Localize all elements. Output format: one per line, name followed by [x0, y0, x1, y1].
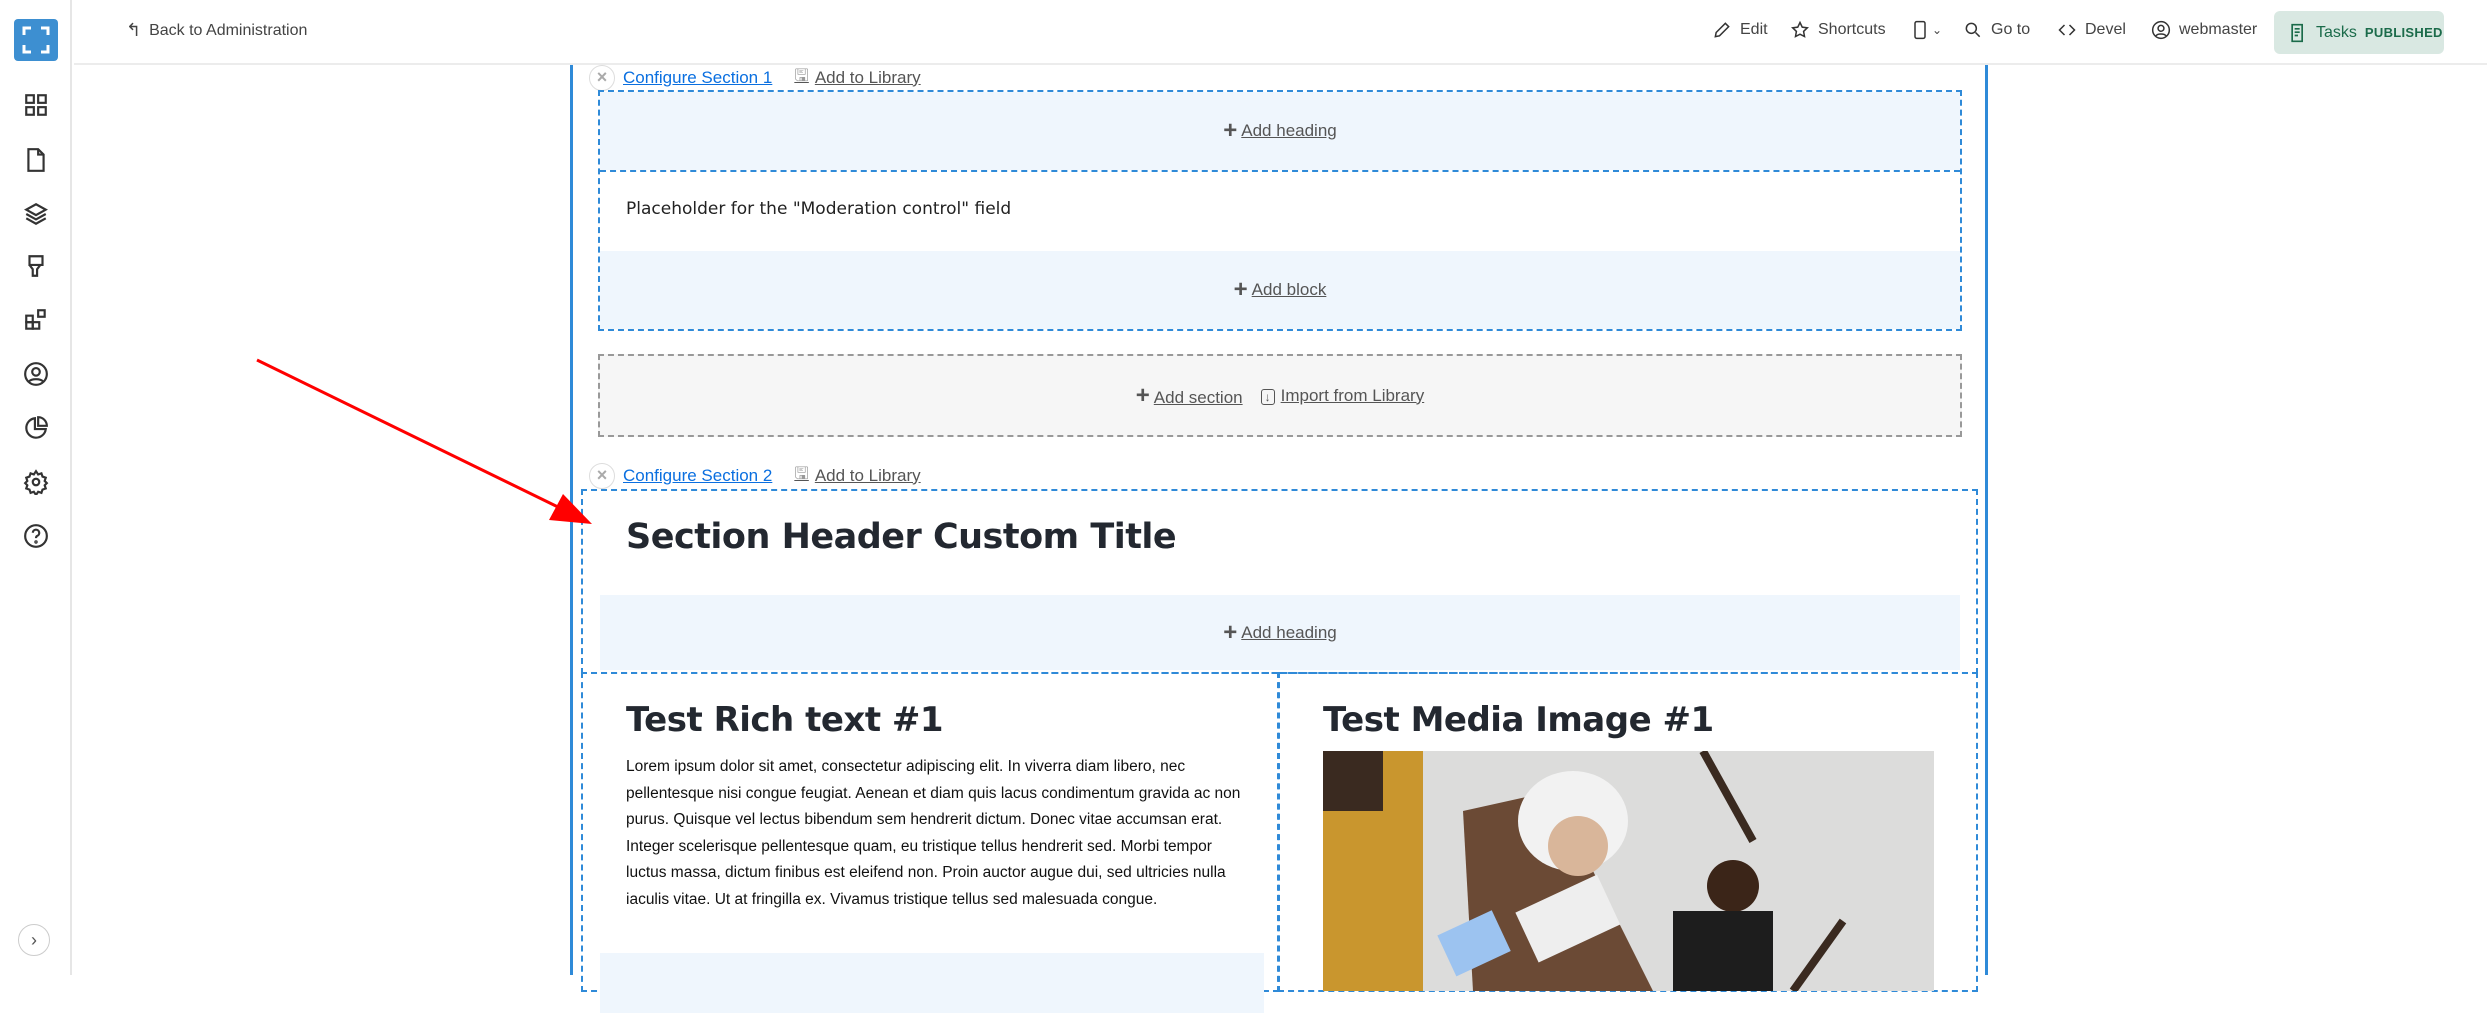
plus-icon: +	[1223, 117, 1238, 144]
go-to-button[interactable]: Go to	[1963, 20, 2030, 40]
add-heading-link[interactable]: + Add heading	[600, 595, 1960, 670]
code-icon	[2058, 24, 2076, 36]
edit-button[interactable]: Edit	[1712, 20, 1768, 40]
add-section-area: + Add section ↓ Import from Library	[598, 354, 1962, 437]
remove-section-1-button[interactable]: ×	[589, 64, 615, 91]
add-heading-link[interactable]: + Add heading	[600, 92, 1960, 170]
remove-section-2-button[interactable]: ×	[589, 462, 615, 489]
plus-icon: +	[1135, 381, 1150, 409]
people-icon[interactable]	[22, 360, 50, 388]
star-icon	[1791, 20, 1809, 38]
dashboard-icon[interactable]	[22, 91, 50, 119]
extend-blocks-icon[interactable]	[22, 306, 50, 334]
shortcuts-button[interactable]: Shortcuts	[1790, 20, 1886, 40]
reports-pie-icon[interactable]	[22, 414, 50, 442]
section-2-header-region: Section Header Custom Title + Add heading	[581, 489, 1978, 674]
layers-icon[interactable]	[22, 200, 50, 228]
layout-frame-right	[1985, 65, 1988, 975]
back-to-administration-link[interactable]: ↰ Back to Administration	[126, 20, 307, 41]
save-icon: 🖫	[794, 464, 809, 483]
back-arrow-icon: ↰	[126, 20, 142, 40]
left-column-region: Test Rich text #1 Lorem ipsum dolor sit …	[581, 672, 1279, 1013]
import-icon: ↓	[1260, 388, 1275, 405]
user-menu-button[interactable]: webmaster	[2151, 20, 2257, 40]
section-1-toolbar: × Configure Section 1 🖫 Add to Library	[589, 63, 921, 92]
content-file-icon[interactable]	[22, 146, 50, 174]
plus-icon: +	[1223, 618, 1238, 646]
device-preview-dropdown[interactable]: ⌄	[1910, 20, 1942, 40]
media-image	[1323, 751, 1934, 991]
section-header-title: Section Header Custom Title	[626, 517, 1177, 557]
tasks-button[interactable]: Tasks PUBLISHED	[2274, 11, 2444, 54]
brush-icon[interactable]	[22, 252, 50, 280]
chevron-down-icon: ⌄	[1932, 23, 1943, 37]
add-block-link[interactable]: + Add block	[600, 251, 1960, 329]
right-column-region: Test Media Image #1	[1278, 672, 1978, 992]
gear-icon[interactable]	[22, 468, 50, 496]
section-2-toolbar: × Configure Section 2 🖫 Add to Library	[589, 461, 921, 490]
configure-section-1-link[interactable]: Configure Section 1	[623, 68, 772, 88]
plus-icon: +	[1233, 276, 1248, 303]
media-image-title: Test Media Image #1	[1323, 700, 1714, 740]
search-icon	[1965, 22, 1981, 38]
import-from-library-link[interactable]: ↓ Import from Library	[1260, 386, 1424, 406]
configure-section-2-link[interactable]: Configure Section 2	[623, 466, 772, 486]
add-section-link[interactable]: + Add section	[1135, 381, 1243, 409]
tasks-icon	[2291, 23, 2303, 42]
rich-text-title: Test Rich text #1	[626, 700, 944, 740]
pencil-icon	[1714, 22, 1730, 38]
chevron-right-icon: ›	[31, 929, 37, 950]
logo-icon[interactable]	[14, 19, 58, 61]
add-block-band[interactable]	[600, 953, 1264, 1013]
add-section-2-to-library-link[interactable]: 🖫 Add to Library	[794, 461, 920, 490]
sidebar: ›	[0, 0, 72, 975]
add-section-1-to-library-link[interactable]: 🖫 Add to Library	[794, 63, 920, 92]
help-icon[interactable]	[22, 522, 50, 550]
layout-frame-left	[570, 65, 573, 975]
user-icon	[2151, 20, 2171, 40]
expand-sidebar-button[interactable]: ›	[18, 924, 50, 956]
device-icon	[1914, 20, 1926, 40]
devel-button[interactable]: Devel	[2057, 20, 2126, 40]
status-badge: PUBLISHED	[2364, 25, 2443, 40]
rich-text-body: Lorem ipsum dolor sit amet, consectetur …	[626, 758, 1241, 908]
section-1-region: + Add heading Placeholder for the "Modera…	[598, 90, 1962, 331]
save-icon: 🖫	[794, 66, 809, 85]
moderation-placeholder: Placeholder for the "Moderation control"…	[600, 170, 1960, 251]
